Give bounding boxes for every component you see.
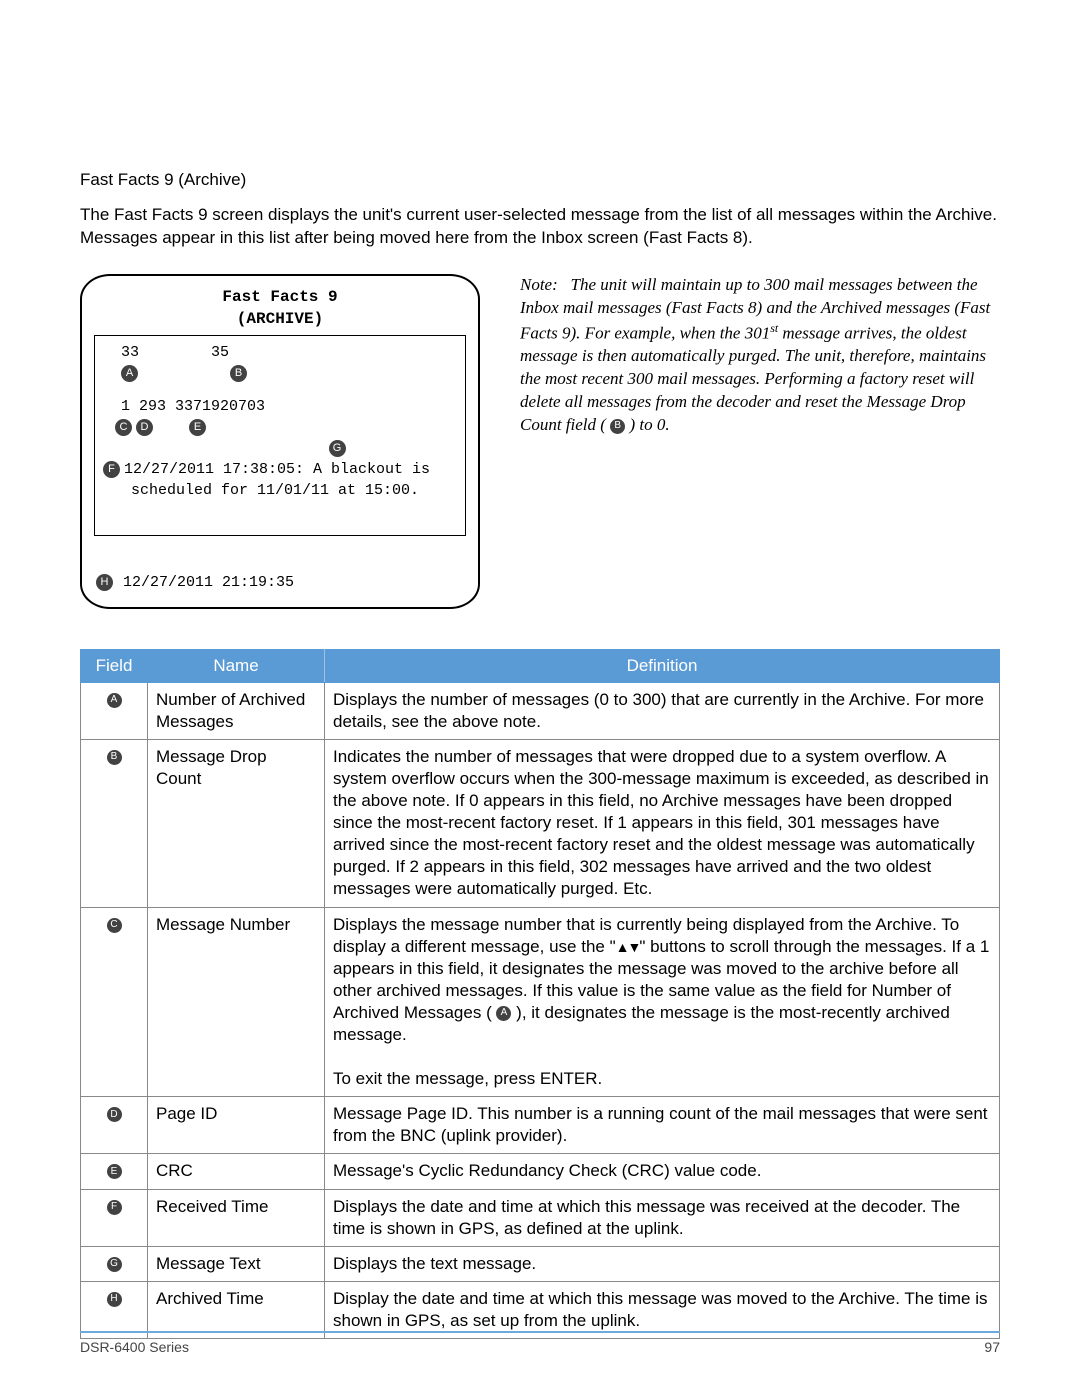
- screen-msg-1: 12/27/2011 17:38:05: A blackout is: [124, 459, 430, 480]
- note-body-3: ) to 0.: [625, 415, 669, 434]
- row-def: Displays the text message.: [325, 1246, 1000, 1281]
- row-def: Displays the number of messages (0 to 30…: [325, 682, 1000, 739]
- table-row: B Message Drop Count Indicates the numbe…: [81, 739, 1000, 907]
- fast-facts-screen: Fast Facts 9 (ARCHIVE) 33 35 A B 1 293 3…: [80, 274, 480, 609]
- bullet-e-icon: E: [189, 419, 206, 436]
- row-bullet-icon: A: [107, 693, 122, 708]
- row-name: Message Text: [148, 1246, 325, 1281]
- bullet-h-icon: H: [96, 574, 113, 591]
- screen-archived-line: H 12/27/2011 21:19:35: [94, 572, 466, 593]
- screen-title-1: Fast Facts 9: [94, 286, 466, 308]
- table-row: D Page ID Message Page ID. This number i…: [81, 1097, 1000, 1154]
- screen-line1: 33 35: [103, 342, 457, 363]
- th-definition: Definition: [325, 649, 1000, 682]
- table-row: C Message Number Displays the message nu…: [81, 907, 1000, 1097]
- footer-left: DSR-6400 Series: [80, 1339, 189, 1355]
- screen-g-bullet: G: [103, 440, 457, 457]
- row-name: CRC: [148, 1154, 325, 1189]
- screen-archived-time: 12/27/2011 21:19:35: [123, 572, 294, 593]
- intro-paragraph: The Fast Facts 9 screen displays the uni…: [80, 204, 1000, 250]
- row-name: Received Time: [148, 1189, 325, 1246]
- screen-line2: 1 293 3371920703: [103, 396, 457, 417]
- footer-page-number: 97: [984, 1339, 1000, 1355]
- row-name: Message Number: [148, 907, 325, 1097]
- page-footer: DSR-6400 Series 97: [80, 1331, 1000, 1355]
- screen-title-2: (ARCHIVE): [94, 308, 466, 330]
- row-bullet-icon: E: [107, 1164, 122, 1179]
- section-heading: Fast Facts 9 (Archive): [80, 170, 1000, 190]
- screen-msg-line: F 12/27/2011 17:38:05: A blackout is: [103, 459, 457, 480]
- note-bullet-b-icon: B: [610, 419, 625, 434]
- row-inline-bullet-a-icon: A: [496, 1006, 511, 1021]
- screen-inner: 33 35 A B 1 293 3371920703 C D E: [94, 335, 466, 536]
- row-bullet-icon: C: [107, 918, 122, 933]
- table-row: A Number of Archived Messages Displays t…: [81, 682, 1000, 739]
- row-bullet-icon: G: [107, 1257, 122, 1272]
- definitions-table: Field Name Definition A Number of Archiv…: [80, 649, 1000, 1339]
- row-def: Message's Cyclic Redundancy Check (CRC) …: [325, 1154, 1000, 1189]
- row-name: Message Drop Count: [148, 739, 325, 907]
- note-sup: st: [770, 321, 778, 335]
- row-bullet-icon: F: [107, 1200, 122, 1215]
- screen-line2-bullets: C D E: [103, 419, 457, 436]
- th-field: Field: [81, 649, 148, 682]
- row-def: Indicates the number of messages that we…: [325, 739, 1000, 907]
- row-bullet-icon: B: [107, 750, 122, 765]
- bullet-a-icon: A: [121, 365, 138, 382]
- screen-line1-bullets: A B: [103, 365, 457, 382]
- screen-msg-2: scheduled for 11/01/11 at 15:00.: [103, 480, 457, 501]
- bullet-b-icon: B: [230, 365, 247, 382]
- row-bullet-icon: D: [107, 1107, 122, 1122]
- row-bullet-icon: H: [107, 1292, 122, 1307]
- note-block: Note: The unit will maintain up to 300 m…: [520, 274, 1000, 437]
- table-row: H Archived Time Display the date and tim…: [81, 1281, 1000, 1338]
- bullet-c-icon: C: [115, 419, 132, 436]
- th-name: Name: [148, 649, 325, 682]
- row-def: Display the date and time at which this …: [325, 1281, 1000, 1338]
- updown-icon: ▲▼: [616, 939, 640, 955]
- bullet-f-icon: F: [103, 461, 120, 478]
- row-name: Page ID: [148, 1097, 325, 1154]
- bullet-g-icon: G: [329, 440, 346, 457]
- row-name: Number of Archived Messages: [148, 682, 325, 739]
- table-row: F Received Time Displays the date and ti…: [81, 1189, 1000, 1246]
- table-row: G Message Text Displays the text message…: [81, 1246, 1000, 1281]
- table-row: E CRC Message's Cyclic Redundancy Check …: [81, 1154, 1000, 1189]
- note-label: Note:: [520, 275, 558, 294]
- row-def: Message Page ID. This number is a runnin…: [325, 1097, 1000, 1154]
- row-def: Displays the message number that is curr…: [325, 907, 1000, 1097]
- row-def: Displays the date and time at which this…: [325, 1189, 1000, 1246]
- row-name: Archived Time: [148, 1281, 325, 1338]
- bullet-d-icon: D: [136, 419, 153, 436]
